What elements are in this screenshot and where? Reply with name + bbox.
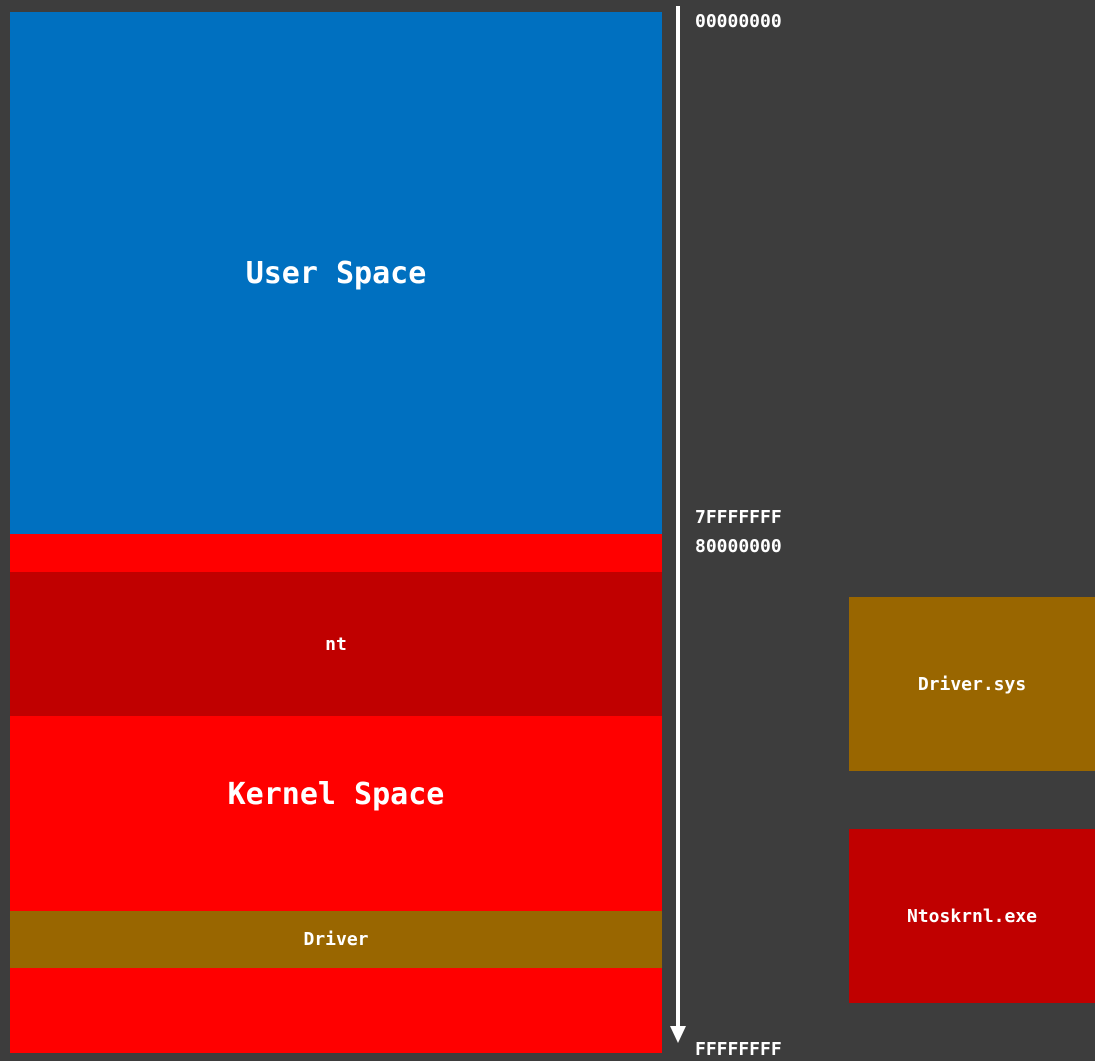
user-space-region: User Space (10, 12, 662, 534)
ntoskrnl-label: Ntoskrnl.exe (906, 905, 1038, 927)
axis-arrowhead (670, 1026, 686, 1043)
address-axis-arrow (670, 6, 686, 1043)
user-space-label: User Space (245, 255, 427, 291)
address-user-end-label: 7FFFFFFF (695, 507, 782, 528)
driver-sys-label: Driver.sys (917, 673, 1027, 695)
nt-label: nt (325, 633, 347, 655)
kernel-space-label: Kernel Space (227, 776, 445, 812)
address-end-label: FFFFFFFF (695, 1039, 782, 1060)
address-start-label: 00000000 (695, 11, 782, 32)
driver-label: Driver (303, 929, 369, 950)
driver-sys-module: Driver.sys (849, 597, 1095, 771)
ntoskrnl-module: Ntoskrnl.exe (849, 829, 1095, 1003)
nt-region: nt (10, 572, 662, 716)
driver-region: Driver (10, 911, 662, 968)
address-kernel-start-label: 80000000 (695, 536, 782, 557)
